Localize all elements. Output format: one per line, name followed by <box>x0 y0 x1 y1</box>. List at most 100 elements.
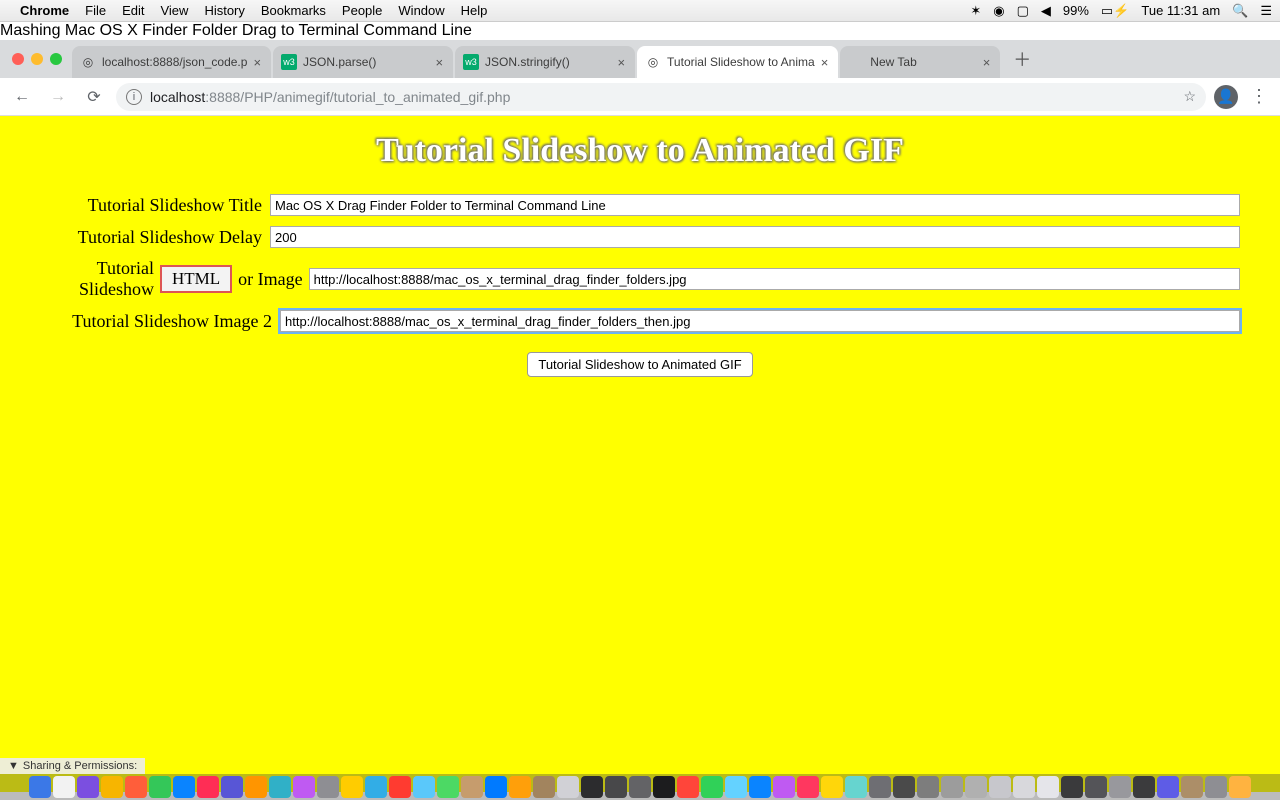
dock-app-5[interactable] <box>149 776 171 798</box>
dock-app-14[interactable] <box>365 776 387 798</box>
forward-button[interactable]: → <box>44 83 72 111</box>
notification-center-icon[interactable]: ☰ <box>1260 3 1272 19</box>
tab-close-button[interactable]: × <box>251 55 263 70</box>
tab-3[interactable]: w3 JSON.stringify() × <box>455 46 635 78</box>
url-host: localhost <box>150 89 205 105</box>
tab-close-button[interactable]: × <box>433 55 445 70</box>
dock-app-35[interactable] <box>869 776 891 798</box>
dock-app-34[interactable] <box>845 776 867 798</box>
tab-close-button[interactable]: × <box>615 55 627 70</box>
dock-app-43[interactable] <box>1061 776 1083 798</box>
volume-icon[interactable]: ◀ <box>1041 3 1051 19</box>
globe-icon: ◎ <box>80 54 96 70</box>
dock-app-26[interactable] <box>653 776 675 798</box>
dock-app-48[interactable] <box>1181 776 1203 798</box>
disclosure-triangle-icon[interactable]: ▼ <box>8 760 19 772</box>
dock-app-22[interactable] <box>557 776 579 798</box>
menu-people[interactable]: People <box>342 3 382 18</box>
dock-app-40[interactable] <box>989 776 1011 798</box>
input-title[interactable] <box>270 194 1240 216</box>
dock-app-4[interactable] <box>125 776 147 798</box>
submit-button[interactable]: Tutorial Slideshow to Animated GIF <box>527 352 752 377</box>
input-delay[interactable] <box>270 226 1240 248</box>
bookmark-star-icon[interactable]: ☆ <box>1183 88 1196 105</box>
dock-app-44[interactable] <box>1085 776 1107 798</box>
dock-app-20[interactable] <box>509 776 531 798</box>
dock-app-27[interactable] <box>677 776 699 798</box>
dock-app-50[interactable] <box>1229 776 1251 798</box>
dock-app-11[interactable] <box>293 776 315 798</box>
dock-app-25[interactable] <box>629 776 651 798</box>
dock-app-46[interactable] <box>1133 776 1155 798</box>
site-info-icon[interactable]: i <box>126 89 142 105</box>
spotlight-icon[interactable]: 🔍 <box>1232 3 1248 19</box>
wifi-icon[interactable]: ◉ <box>993 3 1004 19</box>
dock-app-2[interactable] <box>77 776 99 798</box>
app-menu[interactable]: Chrome <box>20 3 69 18</box>
dock-app-12[interactable] <box>317 776 339 798</box>
tab-1[interactable]: ◎ localhost:8888/json_code.p × <box>72 46 271 78</box>
dock-app-15[interactable] <box>389 776 411 798</box>
dock-app-16[interactable] <box>413 776 435 798</box>
new-tab-button[interactable]: ＋ <box>1008 45 1036 73</box>
dock-app-13[interactable] <box>341 776 363 798</box>
clock[interactable]: Tue 11:31 am <box>1141 3 1220 18</box>
menu-file[interactable]: File <box>85 3 106 18</box>
tab-5[interactable]: New Tab × <box>840 46 1000 78</box>
dock-app-32[interactable] <box>797 776 819 798</box>
status-icon[interactable]: ✶ <box>970 3 981 19</box>
dock-app-8[interactable] <box>221 776 243 798</box>
dock-app-6[interactable] <box>173 776 195 798</box>
dock-app-38[interactable] <box>941 776 963 798</box>
dock-app-42[interactable] <box>1037 776 1059 798</box>
battery-icon[interactable]: ▭⚡ <box>1101 3 1129 19</box>
dock-app-24[interactable] <box>605 776 627 798</box>
dock-app-28[interactable] <box>701 776 723 798</box>
tab-2[interactable]: w3 JSON.parse() × <box>273 46 453 78</box>
back-button[interactable]: ← <box>8 83 36 111</box>
dock-app-39[interactable] <box>965 776 987 798</box>
window-minimize-button[interactable] <box>31 53 43 65</box>
dock-app-23[interactable] <box>581 776 603 798</box>
menu-history[interactable]: History <box>204 3 244 18</box>
dock-app-9[interactable] <box>245 776 267 798</box>
dock-app-49[interactable] <box>1205 776 1227 798</box>
airplay-icon[interactable]: ▢ <box>1017 3 1029 19</box>
dock-app-41[interactable] <box>1013 776 1035 798</box>
tab-close-button[interactable]: × <box>819 55 831 70</box>
dock-app-21[interactable] <box>533 776 555 798</box>
input-image-1[interactable] <box>309 268 1240 290</box>
label-image-2: Tutorial Slideshow Image 2 <box>40 311 280 332</box>
dock-app-17[interactable] <box>437 776 459 798</box>
html-button[interactable]: HTML <box>160 265 232 293</box>
dock-app-19[interactable] <box>485 776 507 798</box>
dock-app-31[interactable] <box>773 776 795 798</box>
dock-app-7[interactable] <box>197 776 219 798</box>
address-bar[interactable]: i localhost:8888/PHP/animegif/tutorial_t… <box>116 83 1206 111</box>
window-close-button[interactable] <box>12 53 24 65</box>
dock-app-18[interactable] <box>461 776 483 798</box>
menu-help[interactable]: Help <box>461 3 488 18</box>
reload-button[interactable]: ⟳ <box>80 83 108 111</box>
menu-bookmarks[interactable]: Bookmarks <box>261 3 326 18</box>
tab-4-active[interactable]: ◎ Tutorial Slideshow to Anima × <box>637 46 838 78</box>
dock-app-47[interactable] <box>1157 776 1179 798</box>
dock-app-1[interactable] <box>53 776 75 798</box>
dock-app-37[interactable] <box>917 776 939 798</box>
dock-app-10[interactable] <box>269 776 291 798</box>
tab-close-button[interactable]: × <box>981 55 993 70</box>
dock-app-0[interactable] <box>29 776 51 798</box>
dock-app-45[interactable] <box>1109 776 1131 798</box>
dock-app-33[interactable] <box>821 776 843 798</box>
menu-view[interactable]: View <box>160 3 188 18</box>
input-image-2[interactable] <box>280 310 1240 332</box>
profile-avatar[interactable]: 👤 <box>1214 85 1238 109</box>
menu-window[interactable]: Window <box>398 3 444 18</box>
dock-app-30[interactable] <box>749 776 771 798</box>
dock-app-29[interactable] <box>725 776 747 798</box>
menu-edit[interactable]: Edit <box>122 3 144 18</box>
window-zoom-button[interactable] <box>50 53 62 65</box>
dock-app-3[interactable] <box>101 776 123 798</box>
chrome-menu-button[interactable]: ⋮ <box>1246 86 1272 107</box>
dock-app-36[interactable] <box>893 776 915 798</box>
